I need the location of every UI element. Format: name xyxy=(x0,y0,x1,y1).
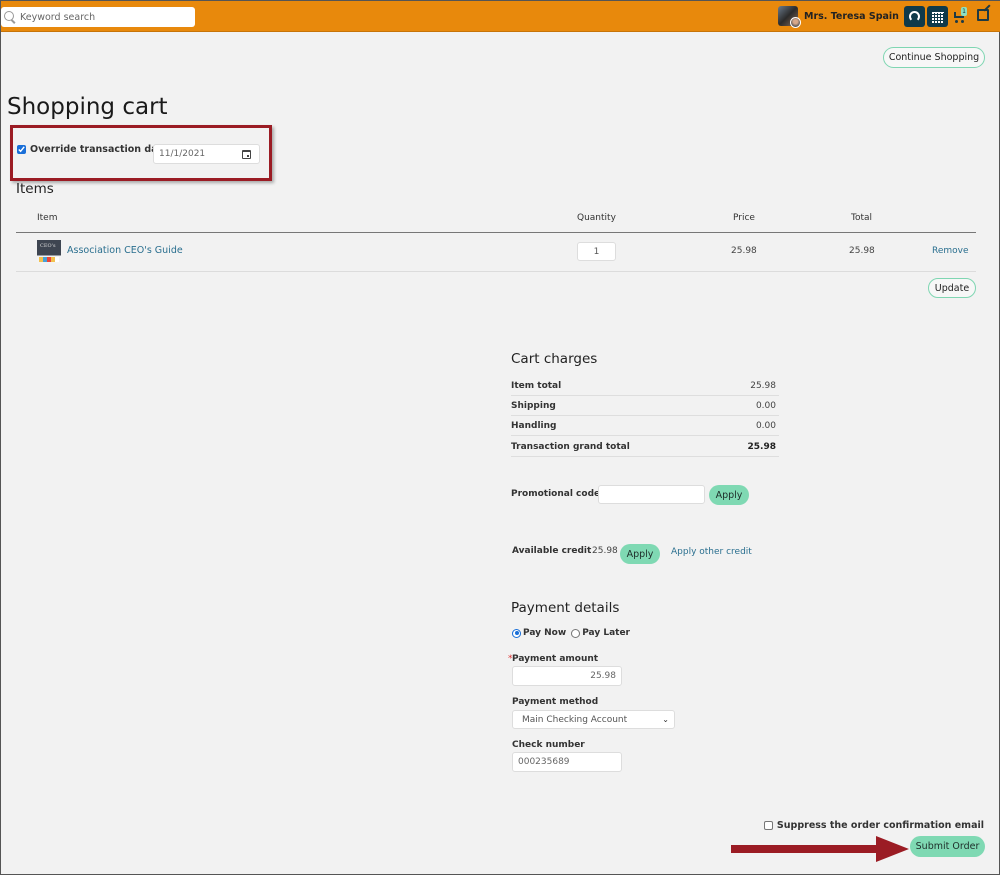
cart-wheel xyxy=(955,20,958,23)
calendar-button[interactable] xyxy=(927,6,948,27)
column-header-total: Total xyxy=(851,213,873,223)
update-button[interactable]: Update xyxy=(928,278,976,298)
payment-timing-options: Pay Now Pay Later xyxy=(512,628,630,638)
table-header-divider xyxy=(16,232,976,233)
annotation-arrow xyxy=(731,836,909,862)
apply-other-credit-link[interactable]: Apply other credit xyxy=(671,547,752,557)
continue-shopping-button[interactable]: Continue Shopping xyxy=(883,47,985,68)
suppress-email-checkbox[interactable] xyxy=(763,821,773,830)
secondary-avatar xyxy=(790,17,801,28)
cart-charges-title: Cart charges xyxy=(511,351,598,367)
pay-later-label: Pay Later xyxy=(582,628,630,638)
pay-now-radio[interactable] xyxy=(512,628,521,638)
remove-item-link[interactable]: Remove xyxy=(932,246,969,256)
promo-code-input[interactable] xyxy=(598,485,705,504)
check-number-label: Check number xyxy=(512,740,585,750)
payment-amount-label: Payment amount xyxy=(512,654,599,664)
cart-count-badge: 1 xyxy=(961,7,967,16)
item-price: 25.98 xyxy=(731,246,757,256)
pay-now-label: Pay Now xyxy=(523,628,567,638)
charges-label: Item total xyxy=(511,380,562,391)
avatar xyxy=(778,6,801,28)
items-section-title: Items xyxy=(16,181,54,197)
top-bar: Mrs. Teresa Spain ⌄ 1 xyxy=(1,1,1000,32)
charges-row-shipping: Shipping 0.00 xyxy=(511,396,779,416)
calendar-picker-icon[interactable] xyxy=(242,149,251,159)
thumbnail-graphic xyxy=(39,257,59,262)
charges-row-item-total: Item total 25.98 xyxy=(511,376,779,396)
charges-value: 25.98 xyxy=(747,441,776,452)
charges-value: 25.98 xyxy=(750,380,776,391)
charges-value: 0.00 xyxy=(755,420,776,431)
payment-details-title: Payment details xyxy=(511,600,620,616)
calendar-icon xyxy=(931,10,944,23)
promo-code-label: Promotional code xyxy=(511,489,601,499)
available-credit-label: Available credit xyxy=(512,546,592,556)
promo-apply-button[interactable]: Apply xyxy=(709,485,749,505)
chevron-down-icon: ⌄ xyxy=(662,715,669,724)
column-header-item: Item xyxy=(37,213,58,223)
override-transaction-date-row: Override transaction date xyxy=(17,144,169,155)
override-date-checkbox[interactable] xyxy=(17,145,26,154)
charges-label: Transaction grand total xyxy=(511,441,630,452)
support-button[interactable] xyxy=(904,6,925,27)
charges-label: Handling xyxy=(511,420,557,431)
keyword-search-input[interactable] xyxy=(20,11,190,23)
submit-order-button[interactable]: Submit Order xyxy=(910,836,985,857)
check-number-input[interactable] xyxy=(512,752,622,772)
user-menu[interactable]: Mrs. Teresa Spain ⌄ xyxy=(778,6,910,28)
charges-row-grand-total: Transaction grand total 25.98 xyxy=(511,437,779,457)
charges-label: Shipping xyxy=(511,400,556,411)
payment-amount-input[interactable] xyxy=(512,666,622,686)
keyword-search-box[interactable] xyxy=(1,7,195,27)
pay-later-radio[interactable] xyxy=(571,628,581,638)
payment-method-value: Main Checking Account xyxy=(522,714,628,725)
payment-method-select[interactable]: Main Checking Account ⌄ xyxy=(512,710,675,729)
edit-icon[interactable] xyxy=(977,9,989,21)
payment-method-label: Payment method xyxy=(512,697,599,707)
suppress-email-label: Suppress the order confirmation email xyxy=(776,820,984,831)
product-thumbnail: CEO's xyxy=(37,240,61,264)
column-header-price: Price xyxy=(733,213,755,223)
page-title: Shopping cart xyxy=(7,94,168,120)
transaction-date-input[interactable] xyxy=(154,149,242,159)
charges-row-handling: Handling 0.00 xyxy=(511,416,779,436)
transaction-date-field[interactable] xyxy=(153,144,260,164)
charges-value: 0.00 xyxy=(755,400,776,411)
arrow-shape xyxy=(731,836,909,862)
thumbnail-caption: CEO's xyxy=(40,243,56,249)
credit-apply-button[interactable]: Apply xyxy=(620,544,660,564)
suppress-email-row: Suppress the order confirmation email xyxy=(763,820,984,831)
available-credit-amount: 25.98 xyxy=(592,546,618,556)
table-row-divider xyxy=(16,271,976,272)
search-icon xyxy=(3,10,17,24)
user-name: Mrs. Teresa Spain xyxy=(804,10,899,22)
headset-icon xyxy=(909,11,920,22)
quantity-input[interactable] xyxy=(577,242,616,261)
override-date-label: Override transaction date xyxy=(30,144,169,155)
product-name-link[interactable]: Association CEO's Guide xyxy=(67,245,183,256)
item-total: 25.98 xyxy=(849,246,875,256)
cart-wheel xyxy=(961,20,964,23)
column-header-quantity: Quantity xyxy=(577,213,616,223)
